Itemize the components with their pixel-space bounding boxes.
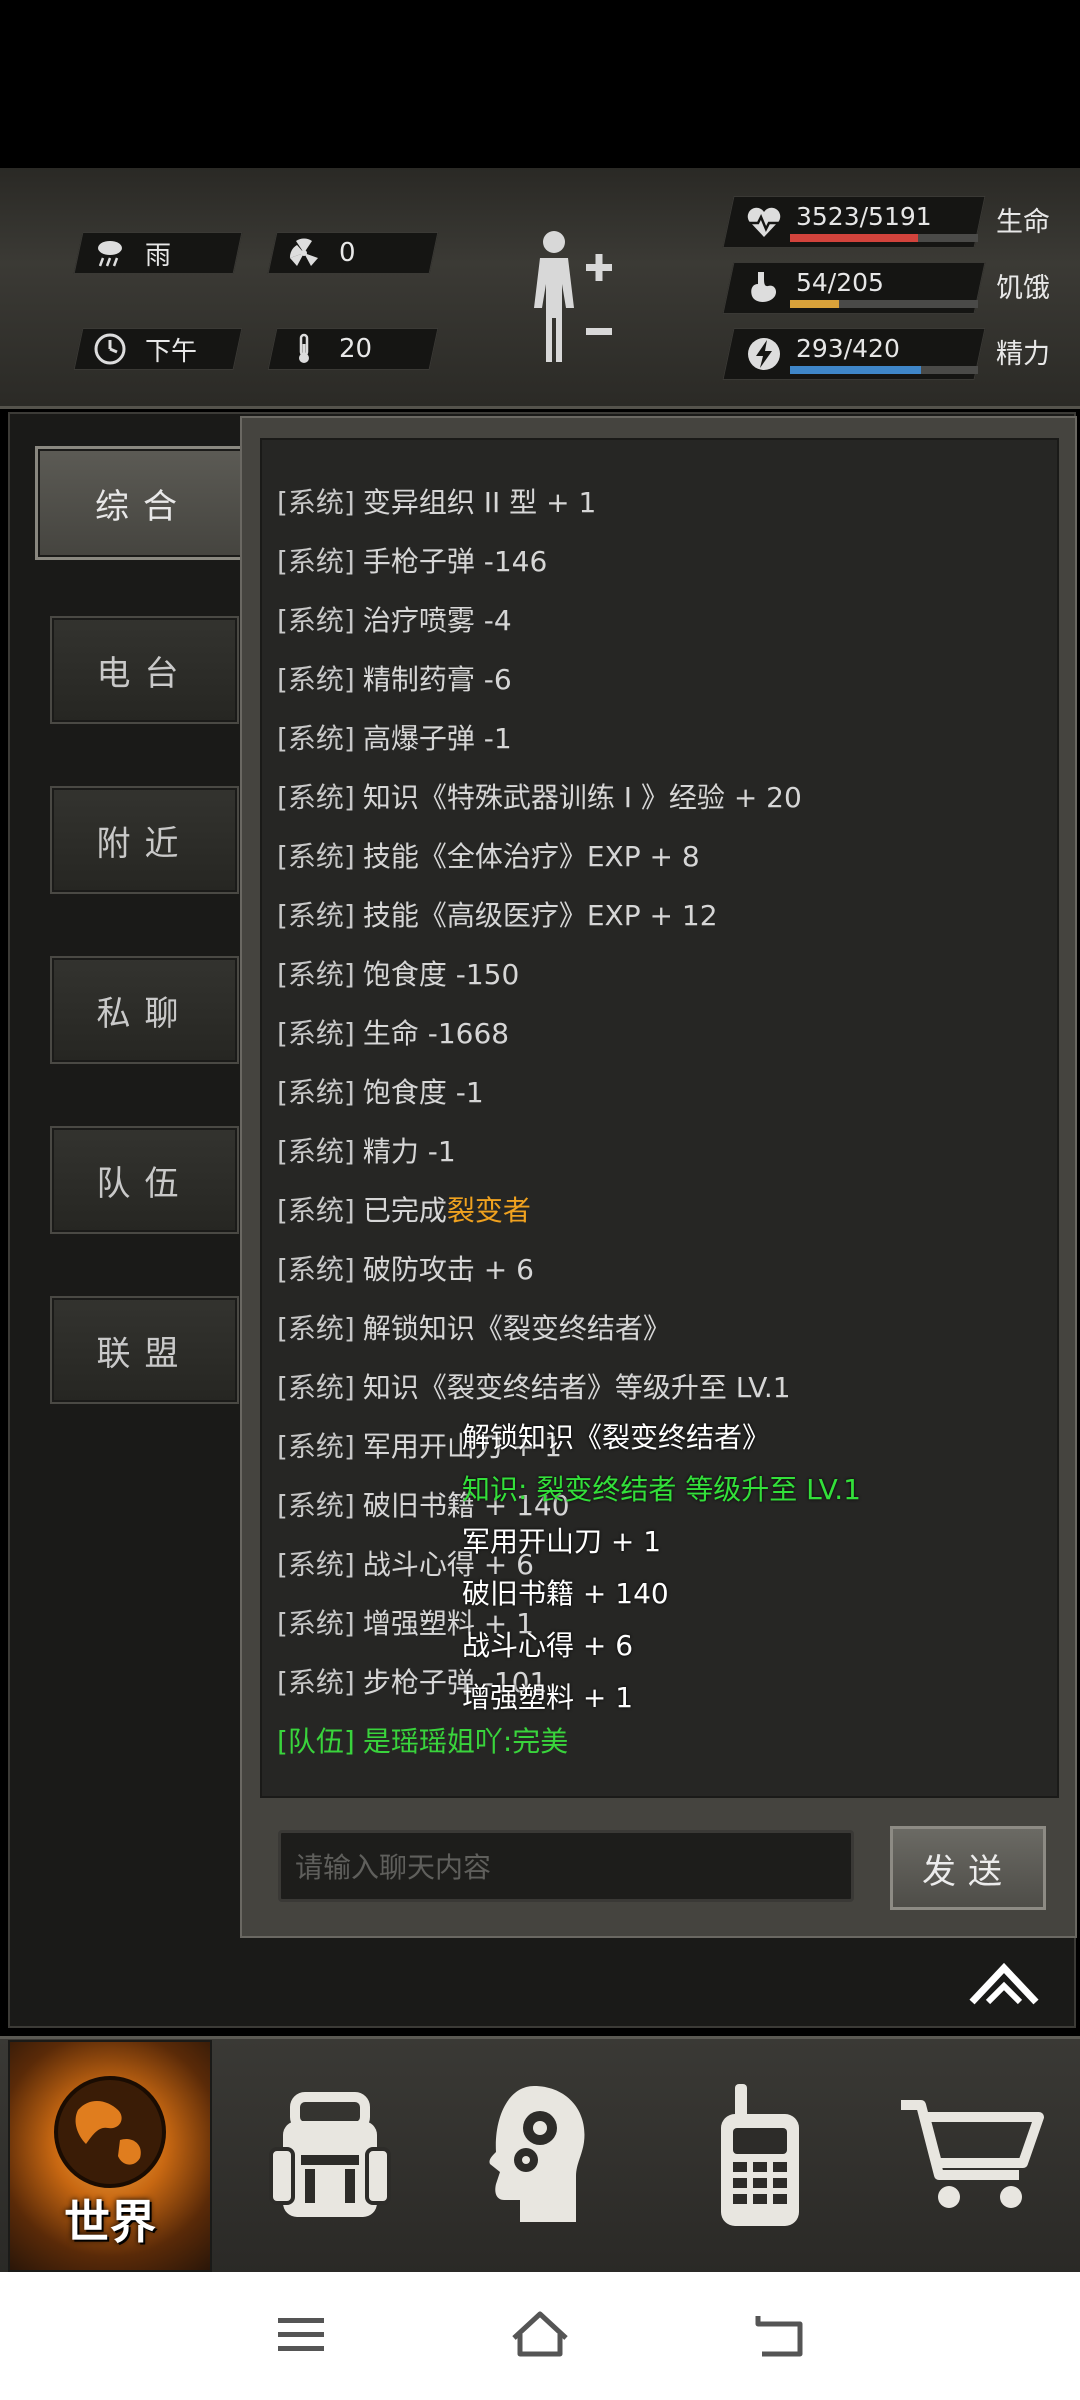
temperature-value: 20 — [339, 334, 373, 364]
popup-line: 战斗心得 + 6 — [462, 1629, 634, 1662]
popup-line: 解锁知识《裂变终结者》 — [462, 1421, 771, 1454]
world-icon — [54, 2076, 166, 2188]
chat-message: [系统] 精制药膏 -6 — [277, 663, 512, 696]
chat-message: [系统] 解锁知识《裂变终结者》 — [277, 1312, 671, 1345]
hunger-bar-fill — [790, 300, 840, 308]
chat-message: [系统] 技能《高级医疗》EXP + 12 — [277, 899, 718, 932]
radiation-chip: 0 — [267, 232, 439, 274]
hunger-bar: 54/205 饥饿 — [722, 260, 1058, 316]
chat-message: [系统] 技能《全体治疗》EXP + 8 — [277, 840, 700, 873]
health-bar-fill — [790, 234, 918, 242]
popup-line: 破旧书籍 + 140 — [462, 1577, 669, 1610]
nav-world-label: 世界 — [64, 2195, 156, 2249]
chat-message: [系统] 高爆子弹 -1 — [277, 722, 512, 755]
menu-icon[interactable] — [260, 2298, 340, 2370]
popup-line: 军用开山刀 + 1 — [462, 1525, 662, 1558]
thermometer-icon — [299, 333, 309, 363]
rain-cloud-icon — [98, 241, 122, 267]
lightning-icon — [748, 338, 780, 370]
nav-radio-button[interactable] — [660, 2040, 860, 2270]
time-of-day-text: 下午 — [145, 336, 198, 367]
radiation-icon — [289, 238, 318, 266]
tab-alliance[interactable]: 联盟 — [50, 1296, 239, 1404]
back-icon[interactable] — [740, 2298, 820, 2370]
plus-icon — [586, 254, 612, 281]
nav-backpack-button[interactable] — [230, 2040, 430, 2270]
chat-message: [系统] 手枪子弹 -146 — [277, 545, 548, 578]
minus-icon — [586, 328, 612, 335]
tab-radio[interactable]: 电台 — [50, 616, 239, 724]
nav-world-button[interactable]: 世界 — [8, 2040, 212, 2272]
health-value: 3523/5191 — [796, 202, 932, 231]
nav-skills-button[interactable] — [440, 2040, 640, 2270]
energy-label: 精力 — [996, 339, 1050, 370]
chat-message: [系统] 饱食度 -1 — [277, 1076, 484, 1109]
hunger-value: 54/205 — [796, 268, 884, 297]
time-chip: 下午 — [73, 328, 243, 370]
backpack-icon — [269, 2092, 391, 2217]
weather-chip: 雨 — [73, 232, 243, 274]
chat-message: [系统] 破防攻击 + 6 — [277, 1253, 534, 1286]
temperature-chip: 20 — [267, 328, 439, 370]
chat-message: [系统] 知识《特殊武器训练 I 》经验 + 20 — [277, 781, 802, 814]
chat-message: [系统] 变异组织 II 型 + 1 — [277, 486, 597, 519]
energy-bar: 293/420 精力 — [722, 326, 1058, 382]
chat-message: [系统] 精力 -1 — [277, 1135, 456, 1168]
shop-cart-icon — [901, 2100, 1044, 2208]
chat-message: [系统] 已完成裂变者 — [277, 1194, 531, 1227]
chat-message: [系统] 生命 -1668 — [277, 1017, 510, 1050]
popup-line: 知识: 裂变终结者 等级升至 LV.1 — [462, 1473, 861, 1506]
radio-icon — [721, 2084, 799, 2226]
send-button[interactable]: 发送 — [890, 1826, 1046, 1910]
clock-icon — [94, 333, 126, 365]
radiation-value: 0 — [339, 238, 356, 268]
tab-team[interactable]: 队伍 — [50, 1126, 239, 1234]
status-panel: 雨 0 下午 20 3523/5191 生命 54/205 饥饿 293/420… — [0, 168, 1080, 409]
tab-private[interactable]: 私聊 — [50, 956, 239, 1064]
chat-message: [系统] 治疗喷雾 -4 — [277, 604, 512, 637]
chat-message: [系统] 饱食度 -150 — [277, 958, 520, 991]
heart-rate-icon — [747, 207, 781, 237]
stomach-icon — [751, 272, 777, 302]
tab-general[interactable]: 综合 — [35, 446, 251, 560]
energy-bar-fill — [790, 366, 922, 374]
collapse-chevron-icon[interactable] — [968, 1960, 1040, 2010]
chat-input[interactable]: 请输入聊天内容 — [278, 1830, 854, 1902]
chat-message-team: [队伍] 是瑶瑶姐吖:完美 — [277, 1725, 569, 1758]
weather-text: 雨 — [145, 240, 172, 271]
chat-message: [系统] 知识《裂变终结者》等级升至 LV.1 — [277, 1371, 791, 1404]
popup-line: 增强塑料 + 1 — [462, 1681, 634, 1714]
tab-nearby[interactable]: 附近 — [50, 786, 239, 894]
highlight-text: 裂变者 — [446, 1194, 531, 1227]
skills-head-icon — [489, 2086, 585, 2222]
nav-shop-button[interactable] — [870, 2040, 1070, 2270]
energy-value: 293/420 — [796, 334, 900, 363]
hunger-label: 饥饿 — [996, 273, 1050, 304]
health-label: 生命 — [996, 207, 1050, 238]
home-icon[interactable] — [500, 2298, 580, 2370]
character-body-button[interactable] — [516, 224, 626, 374]
health-bar: 3523/5191 生命 — [722, 194, 1058, 250]
body-figure-icon — [534, 231, 574, 362]
